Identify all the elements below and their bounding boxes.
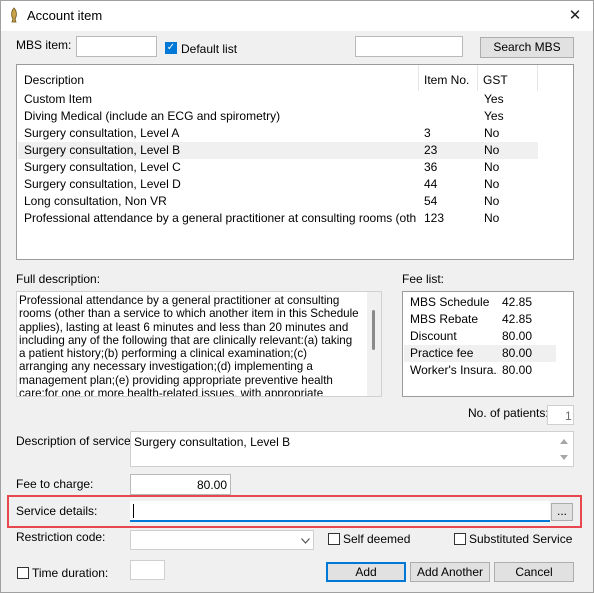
full-description-text-box[interactable]: Professional attendance by a general pra… xyxy=(16,291,382,397)
fee-row-selected[interactable]: Practice fee 80.00 xyxy=(404,345,556,362)
mbs-search-input[interactable] xyxy=(355,36,463,57)
service-details-browse-button[interactable]: ... xyxy=(551,503,573,521)
self-deemed-label: Self deemed xyxy=(343,532,411,546)
service-details-label: Service details: xyxy=(16,504,98,518)
service-details-input[interactable] xyxy=(130,501,550,522)
items-table[interactable]: Description Item No. GST Custom Item Yes… xyxy=(16,64,574,260)
scroll-down-icon[interactable] xyxy=(559,454,569,462)
mbs-item-input[interactable] xyxy=(76,36,157,57)
restriction-code-label: Restriction code: xyxy=(16,530,106,544)
table-row[interactable]: Diving Medical (include an ECG and spiro… xyxy=(18,108,538,125)
scroll-up-icon[interactable] xyxy=(559,437,569,445)
fee-row[interactable]: MBS Rebate 42.85 xyxy=(404,311,556,328)
service-description-value: Surgery consultation, Level B xyxy=(134,435,291,449)
text-cursor xyxy=(133,504,134,518)
add-another-button[interactable]: Add Another xyxy=(410,562,490,582)
restriction-code-dropdown[interactable] xyxy=(130,530,314,550)
fee-list-label: Fee list: xyxy=(402,272,445,286)
fee-to-charge-label: Fee to charge: xyxy=(16,477,94,491)
column-header-description[interactable]: Description xyxy=(24,73,84,87)
fee-to-charge-input[interactable]: 80.00 xyxy=(130,474,231,495)
full-description-text: Professional attendance by a general pra… xyxy=(19,294,359,397)
service-description-textarea[interactable]: Surgery consultation, Level B xyxy=(130,431,574,467)
column-header-gst[interactable]: GST xyxy=(483,73,508,87)
column-header-item-no[interactable]: Item No. xyxy=(424,73,469,87)
table-row[interactable]: Surgery consultation, Level D 44 No xyxy=(18,176,538,193)
account-item-window: Account item ✕ MBS item: ✓ Default list … xyxy=(0,0,594,593)
table-row-selected[interactable]: Surgery consultation, Level B 23 No xyxy=(18,142,538,159)
fee-to-charge-value: 80.00 xyxy=(196,478,227,492)
full-description-scrollbar[interactable] xyxy=(367,292,381,396)
close-icon[interactable]: ✕ xyxy=(557,1,593,31)
time-duration-checkbox[interactable] xyxy=(17,567,29,579)
patients-value: 1 xyxy=(565,409,572,423)
substituted-service-checkbox[interactable] xyxy=(454,533,466,545)
add-button[interactable]: Add xyxy=(326,562,406,582)
patients-label: No. of patients: xyxy=(468,406,549,420)
table-row[interactable]: Surgery consultation, Level A 3 No xyxy=(18,125,538,142)
default-list-checkbox[interactable]: ✓ xyxy=(165,42,177,54)
table-row[interactable]: Custom Item Yes xyxy=(18,91,538,108)
window-title: Account item xyxy=(27,8,103,23)
service-description-label: Description of service: xyxy=(16,434,135,448)
column-divider xyxy=(537,65,538,91)
table-row[interactable]: Long consultation, Non VR 54 No xyxy=(18,193,538,210)
column-divider xyxy=(418,65,419,91)
fee-row[interactable]: Worker's Insura... 80.00 xyxy=(404,362,556,379)
time-duration-label: Time duration: xyxy=(32,566,109,580)
app-logo-icon xyxy=(11,7,17,23)
self-deemed-checkbox[interactable] xyxy=(328,533,340,545)
full-description-label: Full description: xyxy=(16,272,101,286)
cancel-button[interactable]: Cancel xyxy=(494,562,574,582)
fee-row[interactable]: MBS Schedule 42.85 xyxy=(404,294,556,311)
fee-list[interactable]: MBS Schedule 42.85 MBS Rebate 42.85 Disc… xyxy=(402,291,574,397)
fee-row[interactable]: Discount 80.00 xyxy=(404,328,556,345)
search-mbs-button[interactable]: Search MBS xyxy=(480,37,574,58)
time-duration-input[interactable] xyxy=(130,560,165,580)
column-divider xyxy=(477,65,478,91)
substituted-service-label: Substituted Service xyxy=(469,532,573,546)
scrollbar-thumb[interactable] xyxy=(372,310,375,350)
chevron-down-icon xyxy=(301,538,310,544)
table-row[interactable]: Professional attendance by a general pra… xyxy=(18,210,538,227)
table-row[interactable]: Surgery consultation, Level C 36 No xyxy=(18,159,538,176)
mbs-item-label: MBS item: xyxy=(16,38,72,52)
title-bar: Account item ✕ xyxy=(1,1,593,31)
patients-input[interactable]: 1 xyxy=(547,405,574,425)
default-list-label: Default list xyxy=(181,42,238,56)
